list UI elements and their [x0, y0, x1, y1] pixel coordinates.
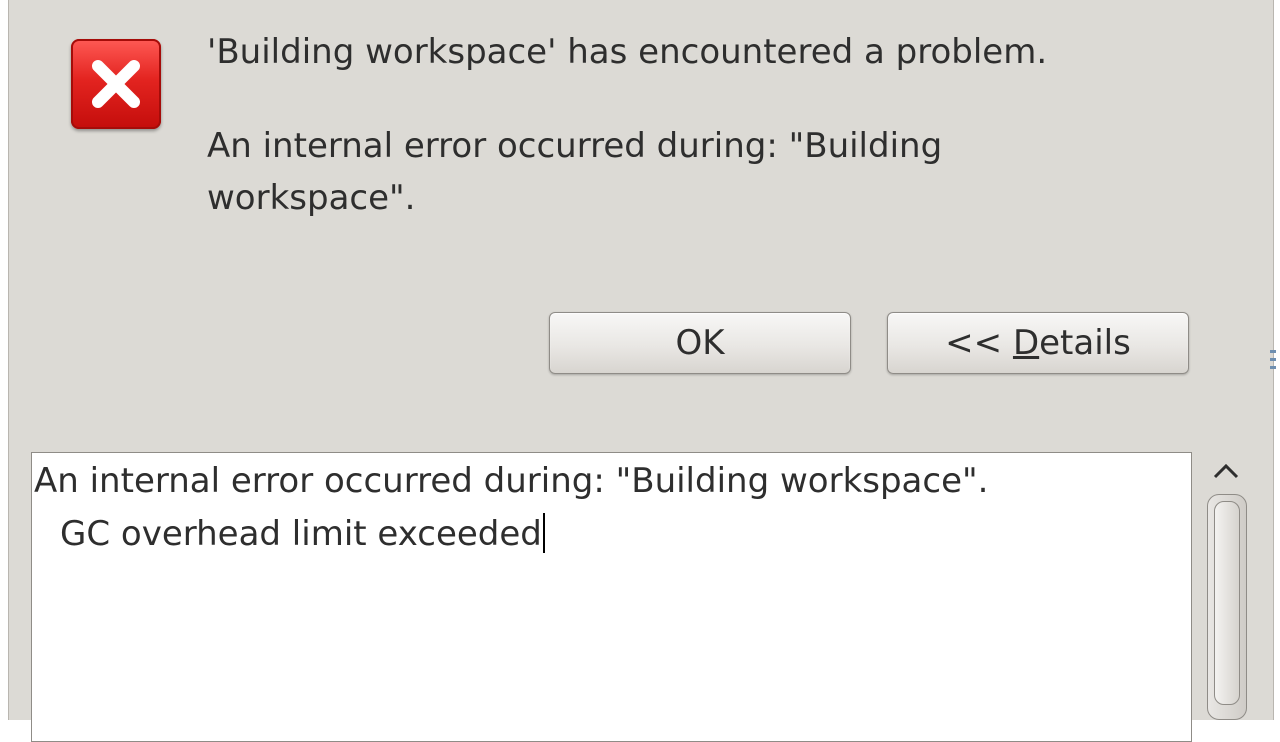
scroll-up-button[interactable] — [1209, 456, 1243, 486]
details-label-rest: etails — [1039, 323, 1131, 363]
edge-marker — [1270, 350, 1276, 378]
text-caret — [542, 513, 545, 553]
details-label-prefix: << — [945, 323, 1013, 363]
ok-button[interactable]: OK — [549, 312, 851, 374]
scrollbar-thumb[interactable] — [1214, 501, 1240, 705]
error-dialog: 'Building workspace' has encountered a p… — [8, 0, 1274, 742]
details-line-1: An internal error occurred during: "Buil… — [34, 461, 989, 501]
chevron-up-icon — [1213, 463, 1239, 479]
details-text-area[interactable]: An internal error occurred during: "Buil… — [31, 452, 1192, 742]
dialog-title: 'Building workspace' has encountered a p… — [207, 32, 1048, 72]
details-label-mnemonic: D — [1012, 323, 1040, 363]
error-message: An internal error occurred during: "Buil… — [207, 126, 943, 218]
details-line-2-text: GC overhead limit exceeded — [60, 514, 542, 554]
details-button-label: << Details — [945, 323, 1131, 363]
ok-button-label: OK — [675, 323, 725, 363]
details-button[interactable]: << Details — [887, 312, 1189, 374]
details-line-2: GC overhead limit exceeded — [60, 513, 545, 554]
vertical-scrollbar[interactable] — [1207, 494, 1247, 720]
error-icon — [71, 39, 161, 129]
